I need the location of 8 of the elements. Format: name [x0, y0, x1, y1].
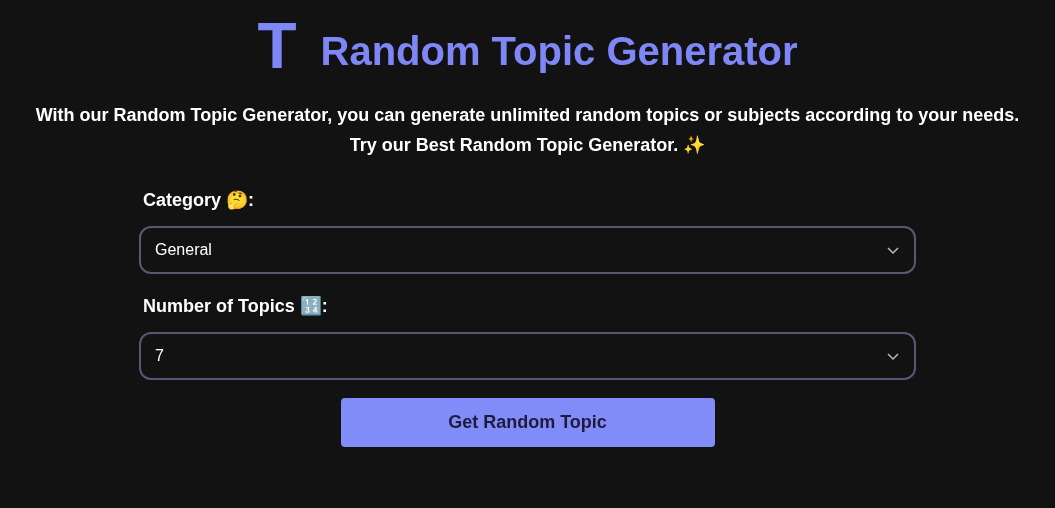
select-field[interactable]: 7: [139, 332, 916, 380]
description: With our Random Topic Generator, you can generate unlimited random topics or subjects according to your needs. Try our Best Random Topic Generator. ✨: [34, 104, 1021, 157]
field-label: Category 🤔:: [143, 189, 255, 212]
get-topic-button[interactable]: Get Random Topic: [340, 398, 715, 447]
field-label: Number of Topics 🔢:: [143, 295, 329, 318]
logo-letter: T: [257, 14, 297, 78]
select-field[interactable]: General: [139, 226, 916, 274]
page-title: Random Topic Generator: [320, 28, 798, 75]
